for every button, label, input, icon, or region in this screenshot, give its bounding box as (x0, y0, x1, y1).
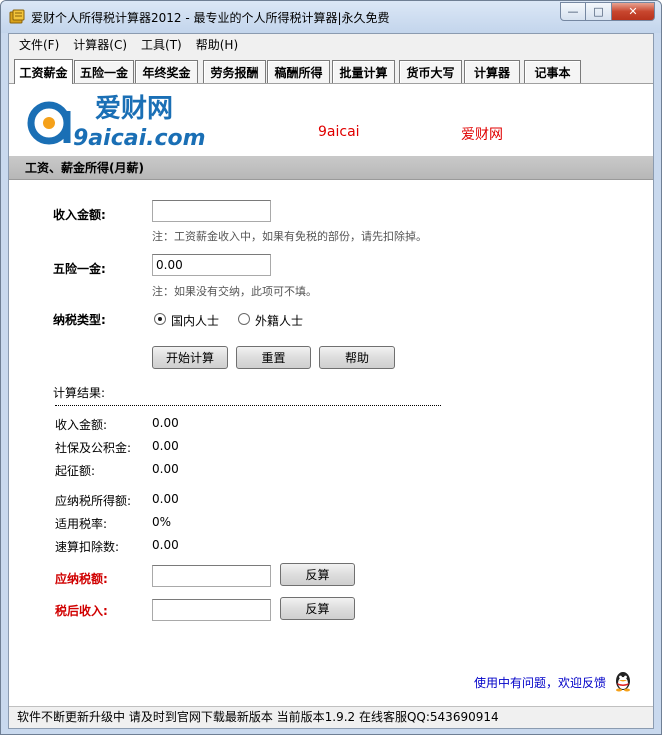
result-deduction-label: 速算扣除数: (55, 540, 120, 554)
tax-type-label: 纳税类型: (53, 313, 106, 327)
result-rate-label: 适用税率: (55, 517, 108, 531)
after-tax-input[interactable] (152, 599, 271, 621)
tab-annual-bonus[interactable]: 年终奖金 (135, 60, 198, 83)
feedback-link[interactable]: 使用中有问题，欢迎反馈 (474, 674, 606, 691)
income-label: 收入金额: (53, 208, 106, 222)
reverse-calc-after-tax-button[interactable]: 反算 (280, 597, 355, 620)
window-title: 爱财个人所得税计算器2012 - 最专业的个人所得税计算器|永久免费 (31, 11, 390, 25)
radio-foreign[interactable] (238, 313, 250, 325)
result-threshold-label: 起征额: (55, 464, 96, 478)
tax-payable-label: 应纳税额: (55, 572, 108, 586)
app-coins-icon (9, 9, 25, 24)
title-bar[interactable]: 爱财个人所得税计算器2012 - 最专业的个人所得税计算器|永久免费 — □ ✕ (1, 1, 661, 33)
result-income-label: 收入金额: (55, 418, 108, 432)
maximize-button[interactable]: □ (586, 2, 612, 21)
menu-help[interactable]: 帮助(H) (196, 36, 238, 53)
status-bar: 软件不断更新升级中 请及时到官网下载最新版本 当前版本1.9.2 在线客服QQ:… (9, 706, 653, 728)
result-threshold-value: 0.00 (152, 462, 179, 476)
result-social-label: 社保及公积金: (55, 441, 132, 455)
svg-text:9aicai.com: 9aicai.com (73, 126, 206, 151)
menu-bar: 文件(F) 计算器(C) 工具(T) 帮助(H) (9, 34, 653, 56)
tab-royalty[interactable]: 稿酬所得 (267, 60, 330, 83)
income-input[interactable] (152, 200, 271, 222)
tab-notepad[interactable]: 记事本 (524, 60, 581, 83)
reset-button[interactable]: 重置 (236, 346, 311, 369)
result-rate-value: 0% (152, 515, 172, 529)
income-note: 注：工资薪金收入中，如果有免税的部份，请先扣除掉。 (152, 230, 427, 243)
tab-batch[interactable]: 批量计算 (332, 60, 395, 83)
result-social-value: 0.00 (152, 439, 179, 453)
app-window: 爱财个人所得税计算器2012 - 最专业的个人所得税计算器|永久免费 — □ ✕… (0, 0, 662, 735)
result-deduction-value: 0.00 (152, 538, 179, 552)
results-divider (55, 405, 441, 406)
result-income-value: 0.00 (152, 416, 179, 430)
tab-salary[interactable]: 工资薪金 (14, 59, 73, 84)
banner-link-aicaiwang[interactable]: 爱财网 (461, 124, 503, 144)
menu-calculator[interactable]: 计算器(C) (73, 36, 127, 53)
reverse-calc-tax-button[interactable]: 反算 (280, 563, 355, 586)
radio-domestic[interactable] (154, 313, 166, 325)
banner-link-9aicai[interactable]: 9aicai (318, 124, 360, 140)
radio-foreign-label[interactable]: 外籍人士 (255, 312, 303, 329)
radio-domestic-label[interactable]: 国内人士 (171, 312, 219, 329)
start-calculate-button[interactable]: 开始计算 (152, 346, 228, 369)
section-title: 工资、薪金所得(月薪) (9, 156, 653, 180)
aicai-logo[interactable]: 爱财网 9aicai.com (25, 91, 215, 151)
insurance-input[interactable] (152, 254, 271, 276)
banner: 爱财网 9aicai.com (9, 85, 653, 155)
after-tax-label: 税后收入: (55, 604, 108, 618)
insurance-label: 五险一金: (53, 262, 106, 276)
minimize-button[interactable]: — (560, 2, 586, 21)
client-area: 文件(F) 计算器(C) 工具(T) 帮助(H) 工资薪金 五险一金 年终奖金 … (8, 33, 654, 729)
help-button[interactable]: 帮助 (319, 346, 395, 369)
result-taxable-value: 0.00 (152, 492, 179, 506)
result-taxable-label: 应纳税所得额: (55, 494, 132, 508)
tab-labor[interactable]: 劳务报酬 (203, 60, 266, 83)
qq-penguin-icon[interactable] (613, 670, 633, 692)
tab-currency-uppercase[interactable]: 货币大写 (399, 60, 462, 83)
svg-text:爱财网: 爱财网 (95, 94, 173, 124)
tab-insurance[interactable]: 五险一金 (74, 60, 134, 83)
tax-payable-input[interactable] (152, 565, 271, 587)
tab-bar: 工资薪金 五险一金 年终奖金 劳务报酬 稿酬所得 批量计算 货币大写 计算器 记… (9, 56, 653, 84)
menu-file[interactable]: 文件(F) (19, 36, 59, 53)
insurance-note: 注：如果没有交纳，此项可不填。 (152, 285, 317, 298)
menu-tools[interactable]: 工具(T) (141, 36, 182, 53)
close-button[interactable]: ✕ (612, 2, 655, 21)
tab-calculator[interactable]: 计算器 (464, 60, 520, 83)
results-title: 计算结果: (53, 386, 106, 400)
